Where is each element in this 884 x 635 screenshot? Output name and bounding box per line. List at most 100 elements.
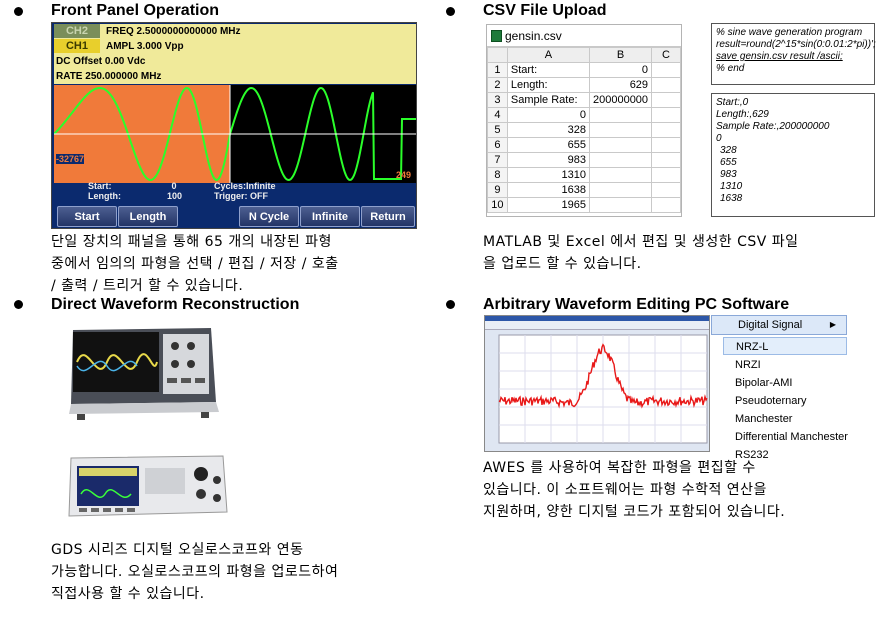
output-line: 983	[720, 169, 737, 180]
cell[interactable]	[588, 107, 653, 123]
desc-line: 중에서 임의의 파형을 선택 / 편집 / 저장 / 호출	[51, 256, 339, 272]
cell[interactable]	[651, 92, 681, 108]
row-number: 8	[487, 167, 508, 183]
desc-line: 직접사용 할 수 있습니다.	[51, 586, 205, 602]
start-length-info: Start: 0 Length: 100	[88, 181, 182, 201]
excel-icon	[491, 30, 502, 42]
row-number: 9	[487, 182, 508, 198]
cycles-value: Cycles:Infinite	[214, 181, 276, 191]
table-row: 1 Start: 0	[487, 62, 681, 78]
column-header[interactable]: C	[651, 47, 681, 63]
cell[interactable]: 328	[506, 122, 590, 138]
desc-line: 을 업로드 할 수 있습니다.	[483, 256, 642, 272]
code-line: % sine wave generation program	[716, 27, 863, 38]
cell[interactable]	[651, 62, 681, 78]
column-header[interactable]: B	[588, 47, 653, 63]
freq-value: FREQ 2.5000000000000 MHz	[106, 26, 241, 37]
spreadsheet-window: gensin.csv A B C 1 Start: 0 2 Length: 629 3S…	[486, 24, 682, 217]
infinite-button[interactable]: Infinite	[300, 206, 360, 227]
cell[interactable]: Length:	[506, 77, 590, 93]
cell[interactable]	[651, 197, 681, 213]
cell[interactable]	[588, 182, 653, 198]
cell[interactable]	[588, 152, 653, 168]
cell[interactable]: Sample Rate:	[506, 92, 590, 108]
menu-item-nrzi[interactable]: NRZI	[735, 356, 761, 374]
front-panel-screen: CH2 FREQ 2.5000000000000 MHz CH1 AMPL 3.00…	[51, 22, 417, 229]
start-label: Start:	[88, 181, 112, 191]
cell[interactable]	[651, 152, 681, 168]
csv-title: CSV File Upload	[483, 2, 607, 19]
cell[interactable]	[588, 197, 653, 213]
length-label: Length:	[88, 191, 121, 201]
column-header[interactable]: A	[506, 47, 590, 63]
digital-signal-menu: Digital Signal ▶ NRZ-L NRZI Bipolar-AMI P…	[711, 315, 848, 461]
table-row: 2 Length: 629	[487, 77, 681, 93]
waveform-display	[53, 85, 416, 183]
row-number: 3	[487, 92, 508, 108]
cell[interactable]: 1965	[506, 197, 590, 213]
menu-item-nrz-l[interactable]: NRZ-L	[723, 337, 847, 355]
matlab-code-box: % sine wave generation program result=ro…	[711, 23, 876, 85]
cell[interactable]: 655	[506, 137, 590, 153]
ch1-tab[interactable]: CH1	[54, 39, 100, 53]
start-button[interactable]: Start	[57, 206, 117, 227]
cell[interactable]: 983	[506, 152, 590, 168]
cell[interactable]	[651, 182, 681, 198]
digital-signal-menu-header[interactable]: Digital Signal ▶	[711, 315, 847, 335]
y-min-label: -32767	[56, 154, 85, 164]
desc-line: GDS 시리즈 디지털 오실로스코프와 연동	[51, 542, 304, 558]
bullet	[14, 7, 23, 16]
output-line: Length:,629	[716, 109, 769, 120]
cell[interactable]: 0	[506, 107, 590, 123]
cell[interactable]: 1638	[506, 182, 590, 198]
cell[interactable]	[651, 77, 681, 93]
cell[interactable]	[651, 122, 681, 138]
cell[interactable]: Start:	[506, 62, 590, 78]
menu-item-pseudoternary[interactable]: Pseudoternary	[735, 392, 807, 410]
desc-line: 가능합니다. 오실로스코프의 파형을 업로드하여	[51, 564, 339, 580]
cell[interactable]: 200000000	[588, 92, 653, 108]
menu-item-differential-manchester[interactable]: Differential Manchester	[735, 428, 848, 446]
ampl-row: CH1 AMPL 3.000 Vpp	[54, 39, 416, 54]
length-button[interactable]: Length	[118, 206, 178, 227]
header-row: A B C	[487, 47, 681, 63]
cell[interactable]	[651, 167, 681, 183]
output-line: 328	[720, 145, 737, 156]
menu-item-bipolar-ami[interactable]: Bipolar-AMI	[735, 374, 792, 392]
ch2-tab[interactable]: CH2	[54, 24, 100, 38]
waveform-svg	[53, 85, 416, 183]
cell[interactable]	[588, 167, 653, 183]
csv-output-box: Start:,0 Length:,629 Sample Rate:,200000…	[711, 93, 875, 217]
x-end-label: 249	[396, 170, 412, 180]
output-line: 0	[716, 133, 722, 144]
file-name: gensin.csv	[505, 29, 562, 43]
menu-header-label: Digital Signal	[738, 319, 803, 331]
row-number: 6	[487, 137, 508, 153]
n-cycle-button[interactable]: N Cycle	[239, 206, 299, 227]
cell[interactable]	[588, 122, 653, 138]
bullet	[446, 7, 455, 16]
desc-line: MATLAB 및 Excel 에서 편집 및 생성한 CSV 파일	[483, 234, 799, 250]
trigger-value: Trigger: OFF	[214, 191, 268, 201]
cell[interactable]	[651, 137, 681, 153]
output-line: Start:,0	[716, 97, 749, 108]
desc-line: / 출력 / 트리거 할 수 있습니다.	[51, 278, 244, 294]
row-number: 1	[487, 62, 508, 78]
desc-line: AWES 를 사용하여 복잡한 파형을 편집할 수	[483, 460, 756, 476]
cell[interactable]: 1310	[506, 167, 590, 183]
offset-value: DC Offset 0.00 Vdc	[56, 56, 146, 67]
cell[interactable]: 0	[588, 62, 653, 78]
cell[interactable]: 629	[588, 77, 653, 93]
row-number: 4	[487, 107, 508, 123]
cell[interactable]	[651, 107, 681, 123]
length-value: 100	[167, 191, 183, 201]
menu-item-manchester[interactable]: Manchester	[735, 410, 792, 428]
return-button[interactable]: Return	[361, 206, 415, 227]
cell[interactable]	[588, 137, 653, 153]
awes-desc: AWES 를 사용하여 복잡한 파형을 편집할 수 있습니다. 이 소프트웨어는…	[483, 457, 785, 523]
freq-row: CH2 FREQ 2.5000000000000 MHz	[54, 24, 416, 39]
start-value: 0	[171, 181, 177, 191]
row-number: 5	[487, 122, 508, 138]
y-max-label: 32767	[56, 85, 82, 95]
awes-window	[484, 315, 710, 452]
